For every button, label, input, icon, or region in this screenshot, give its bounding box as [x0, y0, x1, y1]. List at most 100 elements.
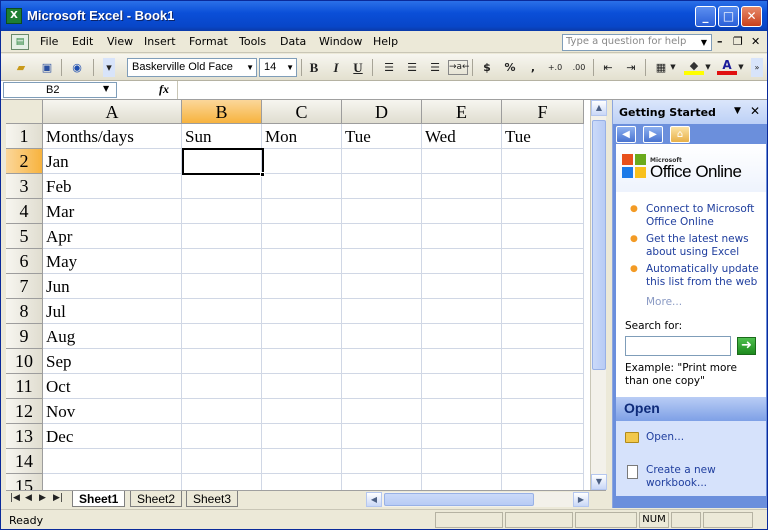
next-sheet-icon[interactable]: ▶: [39, 493, 46, 503]
cell-c13[interactable]: [262, 424, 342, 449]
cell-f12[interactable]: [502, 399, 584, 424]
minimize-button[interactable]: _: [695, 6, 716, 27]
row-header-4[interactable]: 4: [6, 199, 43, 224]
cell-e6[interactable]: [422, 249, 502, 274]
cell-a7[interactable]: Jun: [43, 274, 182, 299]
cell-a13[interactable]: Dec: [43, 424, 182, 449]
scroll-down-icon[interactable]: ▼: [591, 474, 607, 490]
cell-d2[interactable]: [342, 149, 422, 174]
menu-file[interactable]: File: [40, 35, 58, 48]
title-bar[interactable]: X Microsoft Excel - Book1 _ □ ✕: [1, 1, 767, 31]
cell-c6[interactable]: [262, 249, 342, 274]
back-icon[interactable]: ◀: [616, 126, 636, 143]
cell-a15[interactable]: [43, 474, 182, 490]
cell-a9[interactable]: Aug: [43, 324, 182, 349]
cell-f3[interactable]: [502, 174, 584, 199]
fill-handle[interactable]: [260, 172, 265, 177]
cell-f9[interactable]: [502, 324, 584, 349]
cell-e11[interactable]: [422, 374, 502, 399]
menu-window[interactable]: Window: [319, 35, 362, 48]
menu-format[interactable]: Format: [189, 35, 228, 48]
menu-view[interactable]: View: [107, 35, 133, 48]
cell-d11[interactable]: [342, 374, 422, 399]
ask-question-input[interactable]: Type a question for help: [562, 34, 712, 51]
cell-c8[interactable]: [262, 299, 342, 324]
comma-button[interactable]: ,: [523, 58, 543, 77]
scroll-up-icon[interactable]: ▲: [591, 100, 607, 116]
cell-c12[interactable]: [262, 399, 342, 424]
row-header-13[interactable]: 13: [6, 424, 43, 449]
sheet-tab-sheet2[interactable]: Sheet2: [130, 491, 183, 507]
cell-b11[interactable]: [182, 374, 262, 399]
sheet-tab-sheet1[interactable]: Sheet1: [72, 491, 126, 507]
workbook-icon[interactable]: ▤: [11, 34, 29, 50]
cell-d1[interactable]: Tue: [342, 124, 422, 149]
chevron-down-icon[interactable]: ▼: [703, 58, 713, 77]
save-icon[interactable]: ▣: [37, 58, 57, 77]
cell-c15[interactable]: [262, 474, 342, 490]
cell-e14[interactable]: [422, 449, 502, 474]
doc-close-button[interactable]: ✕: [751, 35, 760, 48]
link-more[interactable]: More...: [646, 296, 682, 308]
cell-b10[interactable]: [182, 349, 262, 374]
cell-e15[interactable]: [422, 474, 502, 490]
cell-d15[interactable]: [342, 474, 422, 490]
cell-a12[interactable]: Nov: [43, 399, 182, 424]
cell-f8[interactable]: [502, 299, 584, 324]
cell-d9[interactable]: [342, 324, 422, 349]
cell-b9[interactable]: [182, 324, 262, 349]
link-auto-update[interactable]: Automatically update this list from the …: [646, 263, 766, 289]
cell-e5[interactable]: [422, 224, 502, 249]
search-input[interactable]: [625, 336, 731, 356]
column-header-f[interactable]: F: [502, 100, 584, 124]
column-header-c[interactable]: C: [262, 100, 342, 124]
row-header-2[interactable]: 2: [6, 149, 43, 174]
row-header-1[interactable]: 1: [6, 124, 43, 149]
chevron-down-icon[interactable]: ▼: [698, 35, 710, 50]
underline-button[interactable]: U: [348, 58, 368, 77]
cell-e13[interactable]: [422, 424, 502, 449]
cell-b14[interactable]: [182, 449, 262, 474]
cell-f11[interactable]: [502, 374, 584, 399]
row-header-14[interactable]: 14: [6, 449, 43, 474]
column-header-a[interactable]: A: [43, 100, 182, 124]
cell-c1[interactable]: Mon: [262, 124, 342, 149]
fill-color-icon[interactable]: ◆: [684, 58, 704, 75]
last-sheet-icon[interactable]: ▶|: [53, 493, 63, 503]
cell-b6[interactable]: [182, 249, 262, 274]
merge-center-icon[interactable]: →a←: [448, 60, 470, 75]
align-left-icon[interactable]: ☰: [379, 58, 399, 77]
cell-c4[interactable]: [262, 199, 342, 224]
menu-insert[interactable]: Insert: [144, 35, 176, 48]
column-header-d[interactable]: D: [342, 100, 422, 124]
horizontal-scroll-thumb[interactable]: [384, 493, 534, 506]
cell-d14[interactable]: [342, 449, 422, 474]
cell-e10[interactable]: [422, 349, 502, 374]
cell-a11[interactable]: Oct: [43, 374, 182, 399]
excel-app-icon[interactable]: X: [6, 8, 22, 24]
close-button[interactable]: ✕: [741, 6, 762, 27]
vertical-scroll-thumb[interactable]: [592, 120, 606, 370]
cell-f10[interactable]: [502, 349, 584, 374]
cell-b3[interactable]: [182, 174, 262, 199]
row-header-15[interactable]: 15: [6, 474, 43, 490]
cell-d5[interactable]: [342, 224, 422, 249]
currency-button[interactable]: $: [477, 58, 497, 77]
cell-a5[interactable]: Apr: [43, 224, 182, 249]
row-header-12[interactable]: 12: [6, 399, 43, 424]
menu-help[interactable]: Help: [373, 35, 398, 48]
office-online-logo[interactable]: Microsoft Office Online: [616, 144, 766, 192]
cell-e2[interactable]: [422, 149, 502, 174]
cell-a6[interactable]: May: [43, 249, 182, 274]
align-right-icon[interactable]: ☰: [425, 58, 445, 77]
help-icon[interactable]: ◉: [67, 58, 87, 77]
column-header-e[interactable]: E: [422, 100, 502, 124]
link-latest-news[interactable]: Get the latest news about using Excel: [646, 233, 766, 259]
link-open[interactable]: Open...: [646, 431, 766, 444]
font-size-select[interactable]: 14 ▼: [259, 58, 297, 77]
cell-e3[interactable]: [422, 174, 502, 199]
task-pane-close-icon[interactable]: ✕: [750, 104, 760, 118]
cell-d7[interactable]: [342, 274, 422, 299]
cell-b8[interactable]: [182, 299, 262, 324]
chevron-down-icon[interactable]: ▼: [668, 58, 678, 77]
